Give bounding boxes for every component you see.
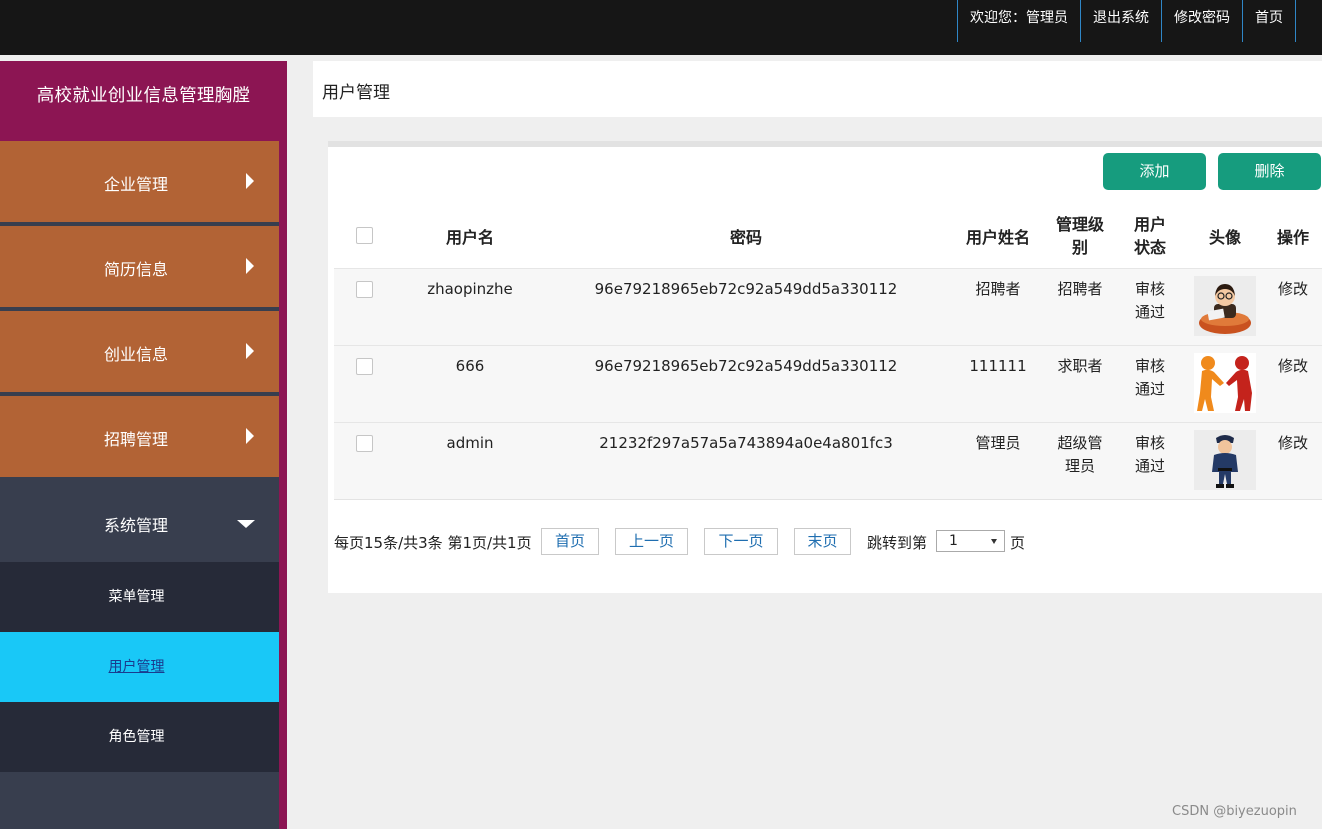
header-realname: 用户姓名: [965, 228, 1030, 247]
sidebar-item-label: 系统管理: [103, 516, 168, 535]
row-checkbox[interactable]: [356, 281, 373, 298]
sidebar-item-company[interactable]: 企业管理: [0, 141, 279, 222]
sidebar-item-system[interactable]: 系统管理: [0, 482, 279, 562]
top-nav: 欢迎您：管理员 退出系统 修改密码 首页: [957, 0, 1296, 42]
sidebar-item-recruit[interactable]: 招聘管理: [0, 396, 279, 477]
cell-status: 审核通过: [1134, 280, 1165, 321]
edit-link[interactable]: 修改: [1272, 355, 1314, 378]
cell-username: 666: [455, 357, 485, 375]
watermark: CSDN @biyezuopin: [1172, 804, 1297, 819]
jump-suffix: 页: [1010, 534, 1026, 552]
sidebar-subitem-menu[interactable]: 菜单管理: [0, 562, 279, 632]
sidebar-item-resume[interactable]: 简历信息: [0, 226, 279, 307]
chevron-right-icon: [246, 343, 254, 359]
cell-username: admin: [446, 434, 494, 452]
table-bottom-border: [334, 499, 1322, 500]
header-action: 操作: [1276, 228, 1309, 247]
last-page-button[interactable]: 末页: [794, 528, 851, 555]
cell-level: 超级管理员: [1057, 434, 1103, 475]
header-status: 用户状态: [1133, 215, 1166, 257]
jump-label: 跳转到第: [867, 534, 928, 552]
cell-level: 求职者: [1057, 357, 1103, 375]
recruiter-avatar-icon: [1194, 276, 1256, 336]
sidebar-item-label: 招聘管理: [103, 430, 168, 449]
edit-link[interactable]: 修改: [1272, 278, 1314, 301]
welcome-text: 欢迎您：管理员: [957, 0, 1081, 42]
change-password-link[interactable]: 修改密码: [1161, 0, 1243, 42]
home-link[interactable]: 首页: [1242, 0, 1296, 42]
page-header: [313, 61, 1322, 117]
page-jump-select[interactable]: 1: [936, 530, 1005, 552]
cell-password: 21232f297a57a5a743894a0e4a801fc3: [599, 434, 893, 452]
row-checkbox[interactable]: [356, 435, 373, 452]
edit-link[interactable]: 修改: [1272, 432, 1314, 455]
sidebar-subitem-users[interactable]: 用户管理: [0, 632, 279, 702]
chevron-right-icon: [246, 428, 254, 444]
header-level: 管理级别: [1055, 215, 1104, 257]
page-jump-value: 1: [949, 533, 958, 549]
next-page-button[interactable]: 下一页: [704, 528, 778, 555]
sidebar-subitem-roles[interactable]: 角色管理: [0, 702, 279, 772]
pagination-summary: 每页15条/共3条 第1页/共1页: [334, 534, 532, 552]
select-all-checkbox[interactable]: [356, 227, 373, 244]
sidebar-item-label: 企业管理: [103, 175, 168, 194]
sidebar-title: 高校就业创业信息管理胸膛: [0, 61, 287, 136]
sidebar-item-label: 简历信息: [103, 260, 168, 279]
logout-link[interactable]: 退出系统: [1080, 0, 1162, 42]
cell-password: 96e79218965eb72c92a549dd5a330112: [594, 280, 898, 298]
chevron-right-icon: [246, 258, 254, 274]
cell-username: zhaopinzhe: [427, 280, 513, 298]
delete-button[interactable]: 删除: [1218, 153, 1321, 190]
cell-realname: 111111: [969, 357, 1027, 375]
cell-level: 招聘者: [1057, 280, 1103, 298]
header-avatar: 头像: [1208, 228, 1241, 247]
page-title: 用户管理: [322, 83, 390, 103]
header-password: 密码: [729, 228, 762, 247]
add-button[interactable]: 添加: [1103, 153, 1206, 190]
cell-password: 96e79218965eb72c92a549dd5a330112: [594, 357, 898, 375]
cell-realname: 管理员: [975, 434, 1021, 452]
chevron-right-icon: [246, 173, 254, 189]
sidebar-item-startup[interactable]: 创业信息: [0, 311, 279, 392]
chevron-down-icon: [237, 520, 255, 528]
sidebar-item-label: 创业信息: [103, 345, 168, 364]
cell-status: 审核通过: [1134, 357, 1165, 398]
prev-page-button[interactable]: 上一页: [615, 528, 688, 555]
row-checkbox[interactable]: [356, 358, 373, 375]
police-avatar-icon: [1194, 430, 1256, 490]
handshake-avatar-icon: [1194, 353, 1256, 413]
header-username: 用户名: [445, 228, 494, 247]
cell-status: 审核通过: [1134, 434, 1165, 475]
first-page-button[interactable]: 首页: [541, 528, 599, 555]
caret-down-icon: [991, 539, 997, 544]
cell-realname: 招聘者: [975, 280, 1021, 298]
